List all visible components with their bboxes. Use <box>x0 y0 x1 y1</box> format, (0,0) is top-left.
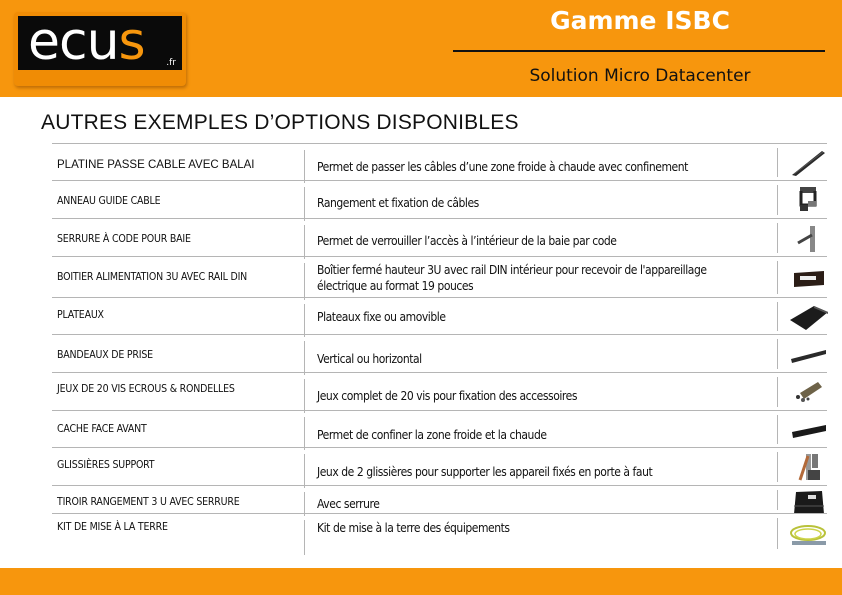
column-divider <box>777 223 778 253</box>
column-divider <box>777 261 778 294</box>
logo-text-main: ecu <box>28 12 120 72</box>
column-divider <box>777 490 778 510</box>
option-name: JEUX DE 20 VIS ECROUS & RONDELLES <box>57 383 235 395</box>
column-divider <box>304 417 305 450</box>
option-row: SERRURE À CODE POUR BAIE Permet de verrou… <box>52 218 828 259</box>
option-description: Boîtier fermé hauteur 3U avec rail DIN i… <box>317 263 707 293</box>
option-row: GLISSIÈRES SUPPORT Jeux de 2 glissières p… <box>52 447 828 488</box>
column-divider <box>777 185 778 215</box>
option-name: BANDEAUX DE PRISE <box>57 349 153 361</box>
power-strip-icon <box>788 339 828 369</box>
cable-ring-icon <box>788 185 828 215</box>
option-description: Plateaux fixe ou amovible <box>317 310 446 324</box>
option-row: TIROIR RANGEMENT 3 U AVEC SERRURE Avec se… <box>52 485 827 516</box>
logo-plate: ecus .fr <box>18 12 182 72</box>
option-row: BANDEAUX DE PRISE Vertical ou horizontal <box>52 334 828 375</box>
option-row: ANNEAU GUIDE CABLE Rangement et fixation … <box>52 180 828 221</box>
column-divider <box>777 452 778 482</box>
ground-cable-icon <box>788 519 828 549</box>
column-divider <box>304 225 305 259</box>
option-name: KIT DE MISE À LA TERRE <box>57 521 168 533</box>
option-name: TIROIR RANGEMENT 3 U AVEC SERRURE <box>57 496 240 508</box>
option-description: Avec serrure <box>317 497 380 511</box>
option-name: SERRURE À CODE POUR BAIE <box>57 233 191 245</box>
option-description: Rangement et fixation de câbles <box>317 196 479 210</box>
code-lock-icon <box>788 223 828 253</box>
page-title: Gamme ISBC <box>550 6 730 35</box>
brush-plate-icon <box>788 148 828 178</box>
header-banner: ecus .fr Gamme ISBC Solution Micro Datac… <box>0 0 842 97</box>
shelf-tray-icon <box>788 302 828 332</box>
column-divider <box>304 263 305 300</box>
option-row: JEUX DE 20 VIS ECROUS & RONDELLES Jeux co… <box>52 372 828 413</box>
column-divider <box>304 379 305 413</box>
option-name: PLATINE PASSE CABLE AVEC BALAI <box>57 159 255 171</box>
column-divider <box>777 339 778 369</box>
option-description: Permet de confiner la zone froide et la … <box>317 428 547 442</box>
column-divider <box>777 518 778 549</box>
column-divider <box>777 302 778 331</box>
column-divider <box>304 304 305 337</box>
option-row: PLATEAUX Plateaux fixe ou amovible <box>52 297 828 337</box>
option-description: Vertical ou horizontal <box>317 352 422 366</box>
option-row: CACHE FACE AVANT Permet de confiner la zo… <box>52 410 828 450</box>
logo-tld: .fr <box>166 58 176 68</box>
column-divider <box>777 148 778 177</box>
power-box-icon <box>788 263 828 293</box>
option-description: Permet de verrouiller l’accès à l’intéri… <box>317 234 617 248</box>
option-name: ANNEAU GUIDE CABLE <box>57 195 161 207</box>
option-description: Jeux de 2 glissières pour supporter les … <box>317 465 653 479</box>
option-description: Kit de mise à la terre des équipements <box>317 521 510 535</box>
footer-banner <box>0 568 842 595</box>
option-name: PLATEAUX <box>57 309 104 321</box>
column-divider <box>304 150 305 183</box>
column-divider <box>777 415 778 444</box>
option-row: BOITIER ALIMENTATION 3U AVEC RAIL DIN Boî… <box>52 256 828 300</box>
blank-panel-icon <box>788 415 828 445</box>
option-description: Permet de passer les câbles d’une zone f… <box>317 160 688 174</box>
option-name: GLISSIÈRES SUPPORT <box>57 459 155 471</box>
column-divider <box>304 520 305 555</box>
page-subtitle: Solution Micro Datacenter <box>529 66 751 86</box>
section-title: AUTRES EXEMPLES D’OPTIONS DISPONIBLES <box>41 111 519 134</box>
column-divider <box>304 454 305 488</box>
ecus-logo: ecus .fr <box>14 12 186 86</box>
logo-wordmark: ecus <box>28 12 146 72</box>
option-name: BOITIER ALIMENTATION 3U AVEC RAIL DIN <box>57 271 248 283</box>
title-divider <box>453 50 825 52</box>
option-name: CACHE FACE AVANT <box>57 423 147 435</box>
column-divider <box>777 377 778 407</box>
option-row: KIT DE MISE À LA TERRE Kit de mise à la t… <box>52 513 828 555</box>
logo-text-accent: s <box>118 12 146 72</box>
option-row: PLATINE PASSE CABLE AVEC BALAI Permet de … <box>52 143 828 183</box>
column-divider <box>304 187 305 221</box>
screws-kit-icon <box>788 377 828 407</box>
column-divider <box>304 341 305 375</box>
option-description: Jeux complet de 20 vis pour fixation des… <box>317 389 578 403</box>
rails-icon <box>788 452 828 482</box>
